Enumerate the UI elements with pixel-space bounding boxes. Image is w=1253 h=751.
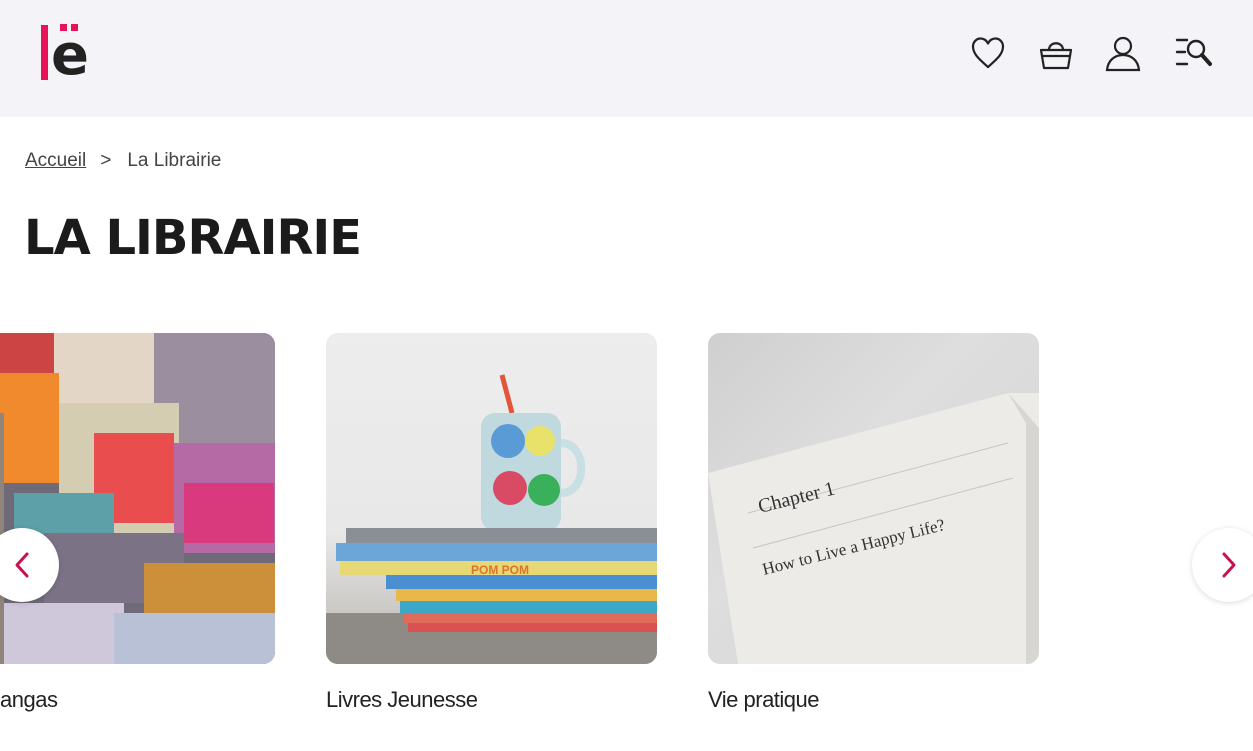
carousel-next-button[interactable] bbox=[1192, 528, 1253, 602]
book-spine-title: POM POM bbox=[471, 563, 529, 577]
category-label-livres-jeunesse[interactable]: Livres Jeunesse bbox=[326, 687, 478, 713]
category-card-mangas[interactable]: angas bbox=[0, 333, 275, 712]
category-image-livres-jeunesse[interactable]: POM POM bbox=[326, 333, 657, 664]
category-image-mangas[interactable] bbox=[0, 333, 275, 664]
heart-icon[interactable] bbox=[969, 34, 1007, 72]
logo-letter: e bbox=[51, 23, 89, 88]
site-header: e bbox=[0, 0, 1253, 117]
breadcrumb: Accueil > La Librairie bbox=[25, 150, 221, 172]
user-icon[interactable] bbox=[1104, 34, 1142, 72]
site-logo[interactable]: e bbox=[41, 24, 91, 84]
page-title: LA LIBRAIRIE bbox=[24, 210, 362, 266]
category-label-mangas[interactable]: angas bbox=[0, 687, 58, 713]
breadcrumb-home-link[interactable]: Accueil bbox=[25, 150, 86, 171]
category-label-vie-pratique[interactable]: Vie pratique bbox=[708, 687, 820, 713]
basket-icon[interactable] bbox=[1037, 34, 1075, 72]
open-book-illustration: Chapter 1 How to Live a Happy Life? bbox=[708, 393, 1039, 664]
breadcrumb-current: La Librairie bbox=[127, 150, 222, 171]
chevron-left-icon bbox=[15, 552, 29, 578]
category-image-vie-pratique[interactable]: Chapter 1 How to Live a Happy Life? bbox=[708, 333, 1039, 664]
category-card-vie-pratique[interactable]: Chapter 1 How to Live a Happy Life? Vie … bbox=[708, 333, 1039, 712]
chevron-right-icon bbox=[1222, 552, 1236, 578]
category-card-livres-jeunesse[interactable]: POM POM Livres Jeunesse bbox=[326, 333, 657, 712]
logo-bar bbox=[41, 25, 48, 80]
breadcrumb-separator: > bbox=[100, 150, 112, 171]
menu-search-icon[interactable] bbox=[1175, 34, 1213, 72]
mug-and-books-illustration: POM POM bbox=[326, 374, 657, 664]
